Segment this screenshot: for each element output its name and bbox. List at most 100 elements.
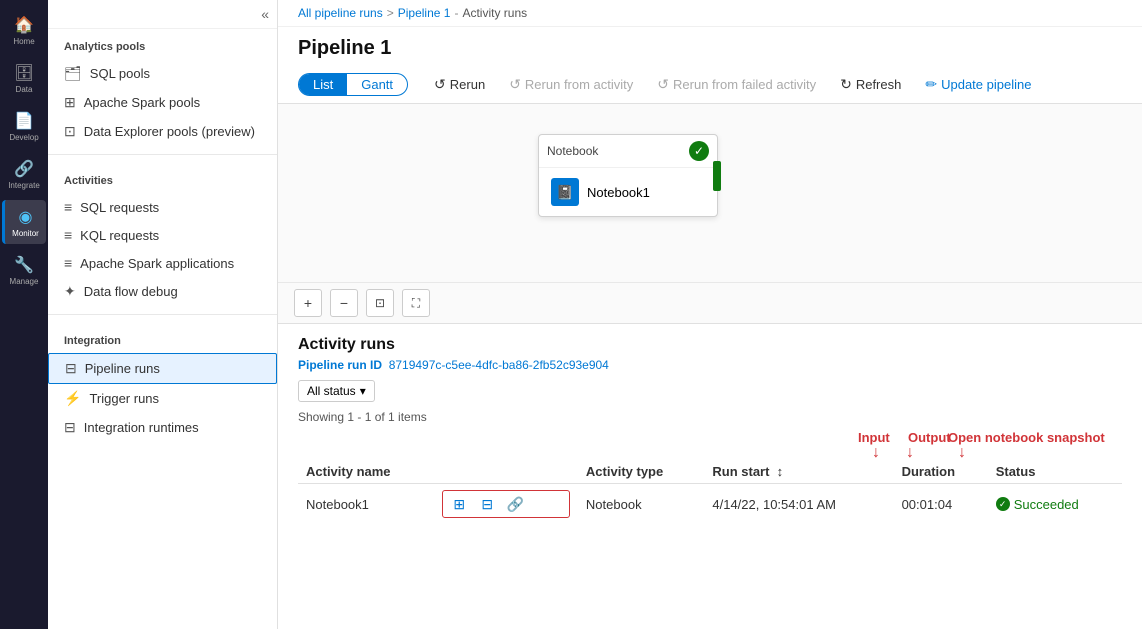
- sidebar-item-kql-requests-label: KQL requests: [80, 228, 159, 243]
- notebook-card-header: Notebook ✓: [539, 135, 717, 168]
- sidebar-item-data-explorer-label: Data Explorer pools (preview): [84, 124, 255, 139]
- monitor-icon: ◉: [19, 207, 33, 227]
- col-activity-type: Activity type: [578, 460, 704, 484]
- sidebar-item-sql-pools-label: SQL pools: [90, 66, 150, 81]
- activity-runs-title: Activity runs: [298, 336, 1122, 354]
- sidebar-item-data-explorer-pools[interactable]: ⊡ Data Explorer pools (preview): [48, 117, 277, 146]
- sql-pools-icon: 🗂: [64, 65, 82, 82]
- rerun-from-activity-label: Rerun from activity: [525, 77, 633, 92]
- cell-action-icons: ⊞ ⊟ 🔗: [434, 484, 578, 525]
- activity-table: Activity name Activity type Run start ↕ …: [298, 460, 1122, 524]
- sidebar-item-integration-runtimes-label: Integration runtimes: [84, 420, 199, 435]
- sidebar-item-pipeline-runs-label: Pipeline runs: [85, 361, 160, 376]
- table-header-row: Activity name Activity type Run start ↕ …: [298, 460, 1122, 484]
- breadcrumb-pipeline1[interactable]: Pipeline 1: [398, 6, 451, 20]
- col-activity-name: Activity name: [298, 460, 434, 484]
- sidebar-item-spark-pools[interactable]: ⊞ Apache Spark pools: [48, 88, 277, 117]
- canvas-area[interactable]: Notebook ✓ 📓 Notebook1 + − ⊡ ⛶: [278, 104, 1142, 324]
- refresh-icon: ↻: [840, 76, 852, 93]
- analytics-pools-section-title: Analytics pools: [48, 29, 277, 59]
- sidebar-item-sql-pools[interactable]: 🗂 SQL pools: [48, 59, 277, 88]
- sidebar-item-pipeline-runs[interactable]: ⊟ Pipeline runs: [48, 353, 277, 384]
- cell-activity-type: Notebook: [578, 484, 704, 525]
- col-actions: [434, 460, 578, 484]
- rerun-from-failed-icon: ↺: [657, 76, 669, 93]
- sidebar-item-spark-applications[interactable]: ≡ Apache Spark applications: [48, 249, 277, 277]
- rerun-from-failed-label: Rerun from failed activity: [673, 77, 816, 92]
- sidebar-item-spark-applications-label: Apache Spark applications: [80, 256, 234, 271]
- output-action-button[interactable]: ⊟: [475, 493, 499, 515]
- rerun-from-activity-icon: ↺: [509, 76, 521, 93]
- breadcrumb-all-pipeline-runs[interactable]: All pipeline runs: [298, 6, 383, 20]
- sidebar-item-manage-label: Manage: [10, 277, 39, 286]
- status-filter-dropdown[interactable]: All status ▾: [298, 380, 375, 402]
- input-action-button[interactable]: ⊞: [447, 493, 471, 515]
- trigger-runs-icon: ⚡: [64, 390, 81, 407]
- integrate-icon: 🔗: [14, 159, 34, 179]
- data-flow-icon: ✦: [64, 283, 76, 300]
- canvas-zoom-out-button[interactable]: −: [330, 289, 358, 317]
- pipeline-run-id-label: Pipeline run ID: [298, 358, 382, 372]
- sidebar-item-monitor[interactable]: ◉ Monitor: [2, 200, 46, 244]
- cell-duration: 00:01:04: [894, 484, 988, 525]
- rerun-icon: ↺: [434, 76, 446, 93]
- arrow-snapshot-icon: ↓: [958, 444, 966, 462]
- sidebar-item-sql-requests[interactable]: ≡ SQL requests: [48, 193, 277, 221]
- sidebar-item-home-label: Home: [13, 37, 34, 46]
- col-duration: Duration: [894, 460, 988, 484]
- canvas-fit-button[interactable]: ⊡: [366, 289, 394, 317]
- sidebar-item-manage[interactable]: 🔧 Manage: [2, 248, 46, 292]
- pipeline-run-id-value: 8719497c-c5ee-4dfc-ba86-2fb52c93e904: [389, 358, 609, 372]
- rerun-from-failed-button[interactable]: ↺ Rerun from failed activity: [647, 72, 826, 97]
- sidebar-collapse-button[interactable]: «: [261, 6, 269, 22]
- sidebar-item-trigger-runs[interactable]: ⚡ Trigger runs: [48, 384, 277, 413]
- update-pipeline-label: Update pipeline: [941, 77, 1031, 92]
- notebook-success-badge: ✓: [689, 141, 709, 161]
- kql-requests-icon: ≡: [64, 227, 72, 243]
- view-tab-group: List Gantt: [298, 73, 408, 96]
- canvas-fullscreen-button[interactable]: ⛶: [402, 289, 430, 317]
- develop-icon: 📄: [14, 111, 34, 131]
- status-filter-chevron-icon: ▾: [360, 384, 366, 398]
- showing-text: Showing 1 - 1 of 1 items: [298, 410, 1122, 424]
- sidebar-item-data-flow-debug[interactable]: ✦ Data flow debug: [48, 277, 277, 306]
- arrow-input-icon: ↓: [872, 444, 880, 462]
- edit-icon: ✏: [925, 76, 937, 93]
- sidebar-item-sql-requests-label: SQL requests: [80, 200, 159, 215]
- annotation-output: Output: [908, 430, 951, 445]
- data-explorer-icon: ⊡: [64, 123, 76, 140]
- divider-1: [48, 154, 277, 155]
- tab-gantt[interactable]: Gantt: [347, 74, 407, 95]
- cell-status: ✓ Succeeded: [988, 484, 1122, 525]
- canvas-zoom-in-button[interactable]: +: [294, 289, 322, 317]
- notebook-icon: 📓: [551, 178, 579, 206]
- sidebar: « Analytics pools 🗂 SQL pools ⊞ Apache S…: [48, 0, 278, 629]
- update-pipeline-button[interactable]: ✏ Update pipeline: [915, 72, 1041, 97]
- annotation-input: Input: [858, 430, 890, 445]
- rerun-button[interactable]: ↺ Rerun: [424, 72, 495, 97]
- sidebar-item-develop[interactable]: 📄 Develop: [2, 104, 46, 148]
- tab-list[interactable]: List: [299, 74, 347, 95]
- integration-runtimes-icon: ⊟: [64, 419, 76, 436]
- refresh-button[interactable]: ↻ Refresh: [830, 72, 911, 97]
- sidebar-item-kql-requests[interactable]: ≡ KQL requests: [48, 221, 277, 249]
- refresh-label: Refresh: [856, 77, 902, 92]
- annotation-open-snapshot: Open notebook snapshot: [948, 430, 1105, 445]
- main-content: All pipeline runs > Pipeline 1 - Activit…: [278, 0, 1142, 629]
- rerun-label: Rerun: [450, 77, 485, 92]
- sidebar-item-data-flow-label: Data flow debug: [84, 284, 178, 299]
- sidebar-item-trigger-runs-label: Trigger runs: [89, 391, 159, 406]
- sql-requests-icon: ≡: [64, 199, 72, 215]
- sidebar-item-home[interactable]: 🏠 Home: [2, 8, 46, 52]
- cell-run-start: 4/14/22, 10:54:01 AM: [704, 484, 893, 525]
- data-icon: 🗄: [14, 63, 34, 83]
- sidebar-item-data[interactable]: 🗄 Data: [2, 56, 46, 100]
- action-icons-group: ⊞ ⊟ 🔗: [442, 490, 570, 518]
- notebook-card-title: Notebook: [547, 144, 598, 158]
- open-snapshot-button[interactable]: 🔗: [503, 493, 527, 515]
- rerun-from-activity-button[interactable]: ↺ Rerun from activity: [499, 72, 643, 97]
- sidebar-item-integration-runtimes[interactable]: ⊟ Integration runtimes: [48, 413, 277, 442]
- sidebar-item-develop-label: Develop: [9, 133, 38, 142]
- spark-pools-icon: ⊞: [64, 94, 76, 111]
- sidebar-item-integrate[interactable]: 🔗 Integrate: [2, 152, 46, 196]
